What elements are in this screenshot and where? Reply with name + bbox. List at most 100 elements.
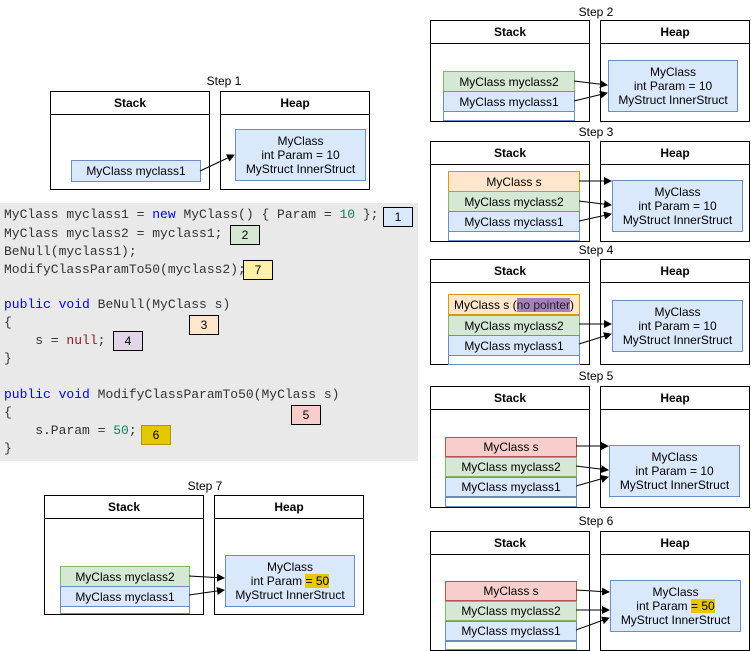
code-line-4: ModifyClassParamTo50(myclass2);	[4, 262, 246, 277]
stack-cell-empty	[448, 355, 580, 365]
code-line-3: BeNull(myclass1);	[4, 244, 137, 259]
step-6-stack-panel: Stack MyClass s MyClass myclass2 MyClass…	[430, 531, 590, 651]
heap-line-struct: MyStruct InnerStruct	[618, 93, 728, 107]
step-1-heap-object: MyClass int Param = 10 MyStruct InnerStr…	[235, 129, 366, 181]
param-value-highlight: = 50	[690, 599, 715, 613]
heap-line-struct: MyStruct InnerStruct	[235, 588, 345, 602]
stack-cell-empty	[60, 606, 190, 614]
code-line-2: MyClass myclass2 = myclass1;	[4, 226, 223, 241]
stack-cell-myclass2: MyClass myclass2	[448, 315, 580, 336]
badge-4: 4	[113, 331, 143, 351]
heap-line-param: int Param = 50	[250, 574, 330, 588]
heap-line-class: MyClass	[649, 65, 696, 79]
heap-line-class: MyClass	[277, 134, 324, 148]
stack-cell-myclass1: MyClass myclass1	[445, 621, 577, 641]
badge-1: 1	[383, 207, 413, 227]
stack-header: Stack	[431, 142, 589, 165]
heap-line-class: MyClass	[652, 585, 699, 599]
stack-cell-myclass2: MyClass myclass2	[445, 457, 577, 477]
stack-cell-s: MyClass s	[448, 171, 580, 192]
badge-7: 7	[243, 260, 273, 280]
stack-header: Stack	[45, 496, 203, 519]
stack-cell-myclass1: MyClass myclass1	[71, 160, 201, 182]
heap-line-class: MyClass	[651, 450, 698, 464]
stack-cell-s-no-pointer: MyClass s (no pointer)	[448, 294, 580, 315]
stack-header: Stack	[431, 21, 589, 44]
code-line-brace-open-2: {	[4, 405, 12, 420]
heap-header: Heap	[601, 21, 749, 44]
code-line-benull-signature: public void BeNull(MyClass s)	[4, 297, 231, 312]
stack-cell-myclass1: MyClass myclass1	[443, 91, 575, 112]
stack-cell-myclass1: MyClass myclass1	[448, 335, 580, 356]
heap-header: Heap	[215, 496, 363, 519]
step-5-heap-object: MyClass int Param = 10 MyStruct InnerStr…	[609, 445, 740, 497]
heap-line-param: int Param = 10	[633, 79, 713, 93]
stack-cell-myclass1: MyClass myclass1	[448, 211, 580, 232]
heap-header: Heap	[601, 532, 749, 555]
step-1-title: Step 1	[206, 74, 242, 88]
heap-line-class: MyClass	[654, 305, 701, 319]
code-line-brace-open-1: {	[4, 315, 12, 330]
code-line-1: MyClass myclass1 = new MyClass() { Param…	[4, 207, 379, 222]
stack-cell-s: MyClass s	[445, 581, 577, 601]
step-5-title: Step 5	[578, 369, 614, 383]
step-2-title: Step 2	[578, 5, 614, 19]
stack-cell-myclass2: MyClass myclass2	[443, 71, 575, 92]
stack-cell-myclass2: MyClass myclass2	[60, 566, 190, 587]
step-6-heap-object: MyClass int Param = 50 MyStruct InnerStr…	[610, 580, 741, 632]
step-4-heap-object: MyClass int Param = 10 MyStruct InnerStr…	[612, 300, 743, 352]
step-1-stack-panel: Stack MyClass myclass1	[50, 91, 210, 190]
heap-line-param: int Param = 10	[261, 148, 340, 162]
code-line-brace-close-2: }	[4, 441, 12, 456]
heap-header: Heap	[221, 92, 369, 115]
step-3-title: Step 3	[578, 125, 614, 139]
heap-line-class: MyClass	[266, 560, 313, 574]
heap-header: Heap	[601, 260, 749, 283]
heap-header: Heap	[601, 387, 749, 410]
stack-cell-myclass2: MyClass myclass2	[448, 191, 580, 212]
param-value-highlight: = 50	[305, 574, 330, 588]
step-4-stack-panel: Stack MyClass s (no pointer) MyClass myc…	[430, 259, 590, 365]
heap-line-struct: MyStruct InnerStruct	[245, 162, 356, 176]
step-5-stack-panel: Stack MyClass s MyClass myclass2 MyClass…	[430, 386, 590, 508]
heap-line-struct: MyStruct InnerStruct	[619, 478, 730, 492]
step-3-heap-object: MyClass int Param = 10 MyStruct InnerStr…	[612, 180, 743, 232]
stack-cell-s: MyClass s	[445, 437, 577, 457]
heap-header: Heap	[601, 142, 749, 165]
step-3-stack-panel: Stack MyClass s MyClass myclass2 MyClass…	[430, 141, 590, 242]
step-7-stack-panel: Stack MyClass myclass2 MyClass myclass1	[44, 495, 204, 615]
heap-line-struct: MyStruct InnerStruct	[620, 613, 731, 627]
heap-line-param: int Param = 10	[638, 319, 717, 333]
step-6-title: Step 6	[578, 514, 614, 528]
heap-line-param: int Param = 10	[638, 199, 717, 213]
stack-cell-myclass2: MyClass myclass2	[445, 601, 577, 621]
code-line-modify-signature: public void ModifyClassParamTo50(MyClass…	[4, 387, 340, 402]
badge-5: 5	[291, 405, 321, 425]
stack-cell-empty	[445, 641, 577, 650]
heap-line-struct: MyStruct InnerStruct	[622, 333, 733, 347]
badge-6: 6	[141, 425, 171, 445]
heap-line-param: int Param = 10	[635, 464, 714, 478]
stack-cell-empty	[443, 111, 575, 121]
stack-cell-empty	[445, 497, 577, 507]
stack-header: Stack	[431, 532, 589, 555]
code-line-assign-param: s.Param = 50;	[4, 423, 137, 438]
badge-2: 2	[230, 225, 260, 245]
stack-header: Stack	[51, 92, 209, 115]
step-4-title: Step 4	[578, 243, 614, 257]
stack-header: Stack	[431, 260, 589, 283]
heap-line-param: int Param = 50	[636, 599, 715, 613]
heap-line-class: MyClass	[654, 185, 701, 199]
step-2-heap-object: MyClass int Param = 10 MyStruct InnerStr…	[608, 60, 738, 112]
no-pointer-highlight: no pointer	[516, 297, 571, 312]
stack-header: Stack	[431, 387, 589, 410]
step-7-title: Step 7	[187, 479, 223, 493]
heap-line-struct: MyStruct InnerStruct	[622, 213, 733, 227]
code-line-brace-close-1: }	[4, 351, 12, 366]
step-7-heap-object: MyClass int Param = 50 MyStruct InnerStr…	[225, 555, 355, 607]
stack-cell-myclass1: MyClass myclass1	[60, 586, 190, 607]
step-2-stack-panel: Stack MyClass myclass2 MyClass myclass1	[430, 20, 590, 122]
badge-3: 3	[189, 315, 219, 335]
stack-cell-empty	[448, 231, 580, 241]
stack-cell-myclass1: MyClass myclass1	[445, 477, 577, 497]
